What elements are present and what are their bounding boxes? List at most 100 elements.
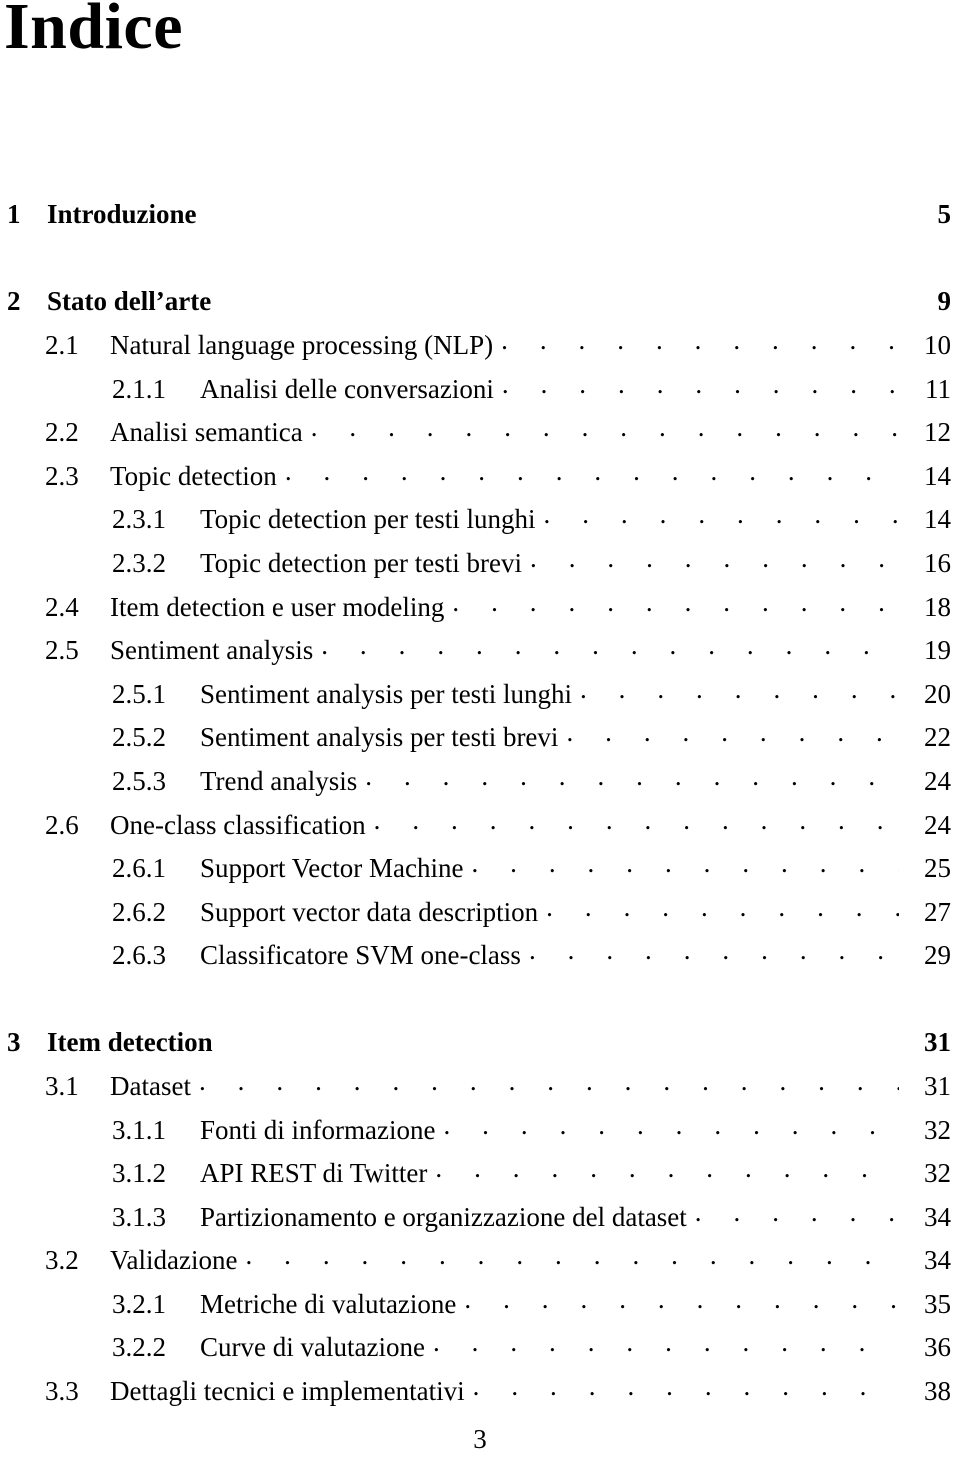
toc-entry-label: Classificatore SVM one-class <box>200 940 521 971</box>
toc-entry[interactable]: 3.2.1 Metriche di valutazione 35 <box>0 1286 956 1330</box>
toc-entry[interactable]: 2.5.2 Sentiment analysis per testi brevi 2… <box>0 719 956 763</box>
toc-entry-label: API REST di Twitter <box>200 1158 428 1189</box>
toc-dot-leader <box>566 719 899 746</box>
toc-entry-page-number: 20 <box>924 678 951 709</box>
page-number-folio: 3 <box>473 1424 487 1454</box>
toc-entry-label: Validazione <box>110 1245 238 1276</box>
toc-entry-label: Dettagli tecnici e implementativi <box>110 1376 465 1407</box>
toc-entry-page-number: 14 <box>924 460 951 491</box>
toc-entry-label: Topic detection per testi brevi <box>200 547 522 578</box>
toc-dot-leader <box>311 414 899 441</box>
toc-entry-number: 3.2.2 <box>112 1332 166 1363</box>
toc-dot-leader <box>546 894 899 921</box>
toc-dot-leader <box>501 327 899 354</box>
toc-entry-label: Topic detection per testi lunghi <box>200 504 536 535</box>
toc-entry[interactable]: 2.1 Natural language processing (NLP) 10 <box>0 327 956 371</box>
toc-entry-label: Stato dell’arte <box>47 286 212 316</box>
toc-entry-number: 2.1.1 <box>112 373 166 404</box>
toc-entry[interactable]: 3.2.2 Curve di valutazione 36 <box>0 1329 956 1373</box>
toc-dot-leader <box>219 283 899 310</box>
toc-dot-leader <box>199 1068 899 1095</box>
toc-entry[interactable]: 3.2 Validazione 34 <box>0 1242 956 1286</box>
toc-dot-leader <box>365 763 899 790</box>
toc-entry-number: 2.4 <box>45 591 79 622</box>
toc-entry[interactable]: 3.1.3 Partizionamento e organizzazione de… <box>0 1199 956 1243</box>
toc-entry[interactable]: 2.5.3 Trend analysis 24 <box>0 763 956 807</box>
toc-entry-label: Metriche di valutazione <box>200 1288 457 1319</box>
toc-entry[interactable]: 2.4 Item detection e user modeling 18 <box>0 589 956 633</box>
toc-dot-leader <box>221 1024 899 1051</box>
toc-dot-leader <box>471 850 899 877</box>
toc-dot-leader <box>473 1373 899 1400</box>
toc-entry-label: Introduzione <box>47 199 197 229</box>
toc-entry-number: 3.1 <box>45 1070 79 1101</box>
toc-entry-page-number: 36 <box>924 1332 951 1363</box>
toc-dot-leader <box>530 545 899 572</box>
toc-entry-number: 3.3 <box>45 1376 79 1407</box>
toc-entry-label: Support vector data description <box>200 896 539 927</box>
toc-entry[interactable]: 3.1.1 Fonti di informazione 32 <box>0 1112 956 1156</box>
toc-entry-label: Topic detection <box>110 460 277 491</box>
toc-entry-label: Fonti di informazione <box>200 1114 436 1145</box>
toc-entry-page-number: 31 <box>924 1026 951 1057</box>
toc-entry[interactable]: 2.3.2 Topic detection per testi brevi 16 <box>0 545 956 589</box>
toc-entry-label: One-class classification <box>110 809 366 840</box>
toc-entry-number: 2.5.2 <box>112 722 166 753</box>
toc-entry[interactable]: 1 Introduzione 5 <box>0 196 956 240</box>
toc-entry-page-number: 32 <box>924 1158 951 1189</box>
toc-entry[interactable]: 2 Stato dell’arte 9 <box>0 283 956 327</box>
toc-entry[interactable]: 2.3 Topic detection 14 <box>0 458 956 502</box>
toc-entry-label: Analisi delle conversazioni <box>200 373 494 404</box>
toc-dot-leader <box>502 371 899 398</box>
toc-entry-page-number: 25 <box>924 853 951 884</box>
toc-entry[interactable]: 2.6.1 Support Vector Machine 25 <box>0 850 956 894</box>
toc-dot-leader <box>321 632 899 659</box>
toc-page: Indice 1 Introduzione 5 2 Stato dell’arte 9 2.… <box>0 0 960 1463</box>
toc-dot-leader <box>544 501 899 528</box>
toc-entry-page-number: 16 <box>924 547 951 578</box>
toc-entry[interactable]: 2.5.1 Sentiment analysis per testi lunghi… <box>0 676 956 720</box>
toc-entry-label: Sentiment analysis per testi brevi <box>200 722 559 753</box>
toc-entry-label: Item detection e user modeling <box>110 591 445 622</box>
toc-entry-number: 3 <box>7 1026 21 1057</box>
toc-entry-number: 2 <box>7 286 21 316</box>
toc-dot-leader <box>374 807 899 834</box>
toc-entry[interactable]: 3.1 Dataset 31 <box>0 1068 956 1112</box>
toc-entry-number: 2.6 <box>45 809 79 840</box>
toc-entry[interactable]: 3 Item detection 31 <box>0 1024 956 1068</box>
toc-entry-number: 2.5.3 <box>112 765 166 796</box>
toc-entry-page-number: 34 <box>924 1245 951 1276</box>
toc-entry[interactable]: 2.6.2 Support vector data description 27 <box>0 894 956 938</box>
toc-entry[interactable]: 2.5 Sentiment analysis 19 <box>0 632 956 676</box>
toc-entry[interactable]: 2.6.3 Classificatore SVM one-class 29 <box>0 937 956 981</box>
toc-entry-label: Dataset <box>110 1070 191 1101</box>
toc-entry-page-number: 18 <box>924 591 951 622</box>
toc-entry[interactable]: 2.3.1 Topic detection per testi lunghi 14 <box>0 501 956 545</box>
toc-entry-list: 1 Introduzione 5 2 Stato dell’arte 9 2.1 Natura… <box>0 196 960 1417</box>
toc-entry-label: Partizionamento e organizzazione del dat… <box>200 1201 687 1232</box>
toc-entry-page-number: 35 <box>924 1288 951 1319</box>
toc-entry-number: 2.2 <box>45 417 79 448</box>
toc-entry-page-number: 38 <box>924 1376 951 1407</box>
toc-entry-label: Natural language processing (NLP) <box>110 330 494 360</box>
toc-entry[interactable]: 2.2 Analisi semantica 12 <box>0 414 956 458</box>
toc-entry-label: Analisi semantica <box>110 417 303 448</box>
toc-entry[interactable]: 2.6 One-class classification 24 <box>0 807 956 851</box>
toc-entry-page-number: 24 <box>924 809 951 840</box>
toc-dot-leader <box>245 1242 899 1269</box>
toc-entry-page-number: 12 <box>924 417 951 448</box>
toc-dot-leader <box>529 937 899 964</box>
toc-entry-page-number: 5 <box>937 199 952 229</box>
toc-entry-page-number: 24 <box>924 765 951 796</box>
toc-entry[interactable]: 3.1.2 API REST di Twitter 32 <box>0 1155 956 1199</box>
toc-entry[interactable]: 2.1.1 Analisi delle conversazioni 11 <box>0 371 956 415</box>
toc-entry[interactable]: 3.3 Dettagli tecnici e implementativi 38 <box>0 1373 956 1417</box>
toc-dot-leader <box>285 458 899 485</box>
toc-entry-page-number: 32 <box>924 1114 951 1145</box>
toc-entry-label: Support Vector Machine <box>200 853 464 884</box>
toc-dot-leader <box>205 196 899 223</box>
toc-entry-label: Curve di valutazione <box>200 1332 425 1363</box>
toc-entry-page-number: 27 <box>924 896 951 927</box>
toc-entry-number: 2.3 <box>45 460 79 491</box>
toc-entry-page-number: 19 <box>924 635 951 666</box>
